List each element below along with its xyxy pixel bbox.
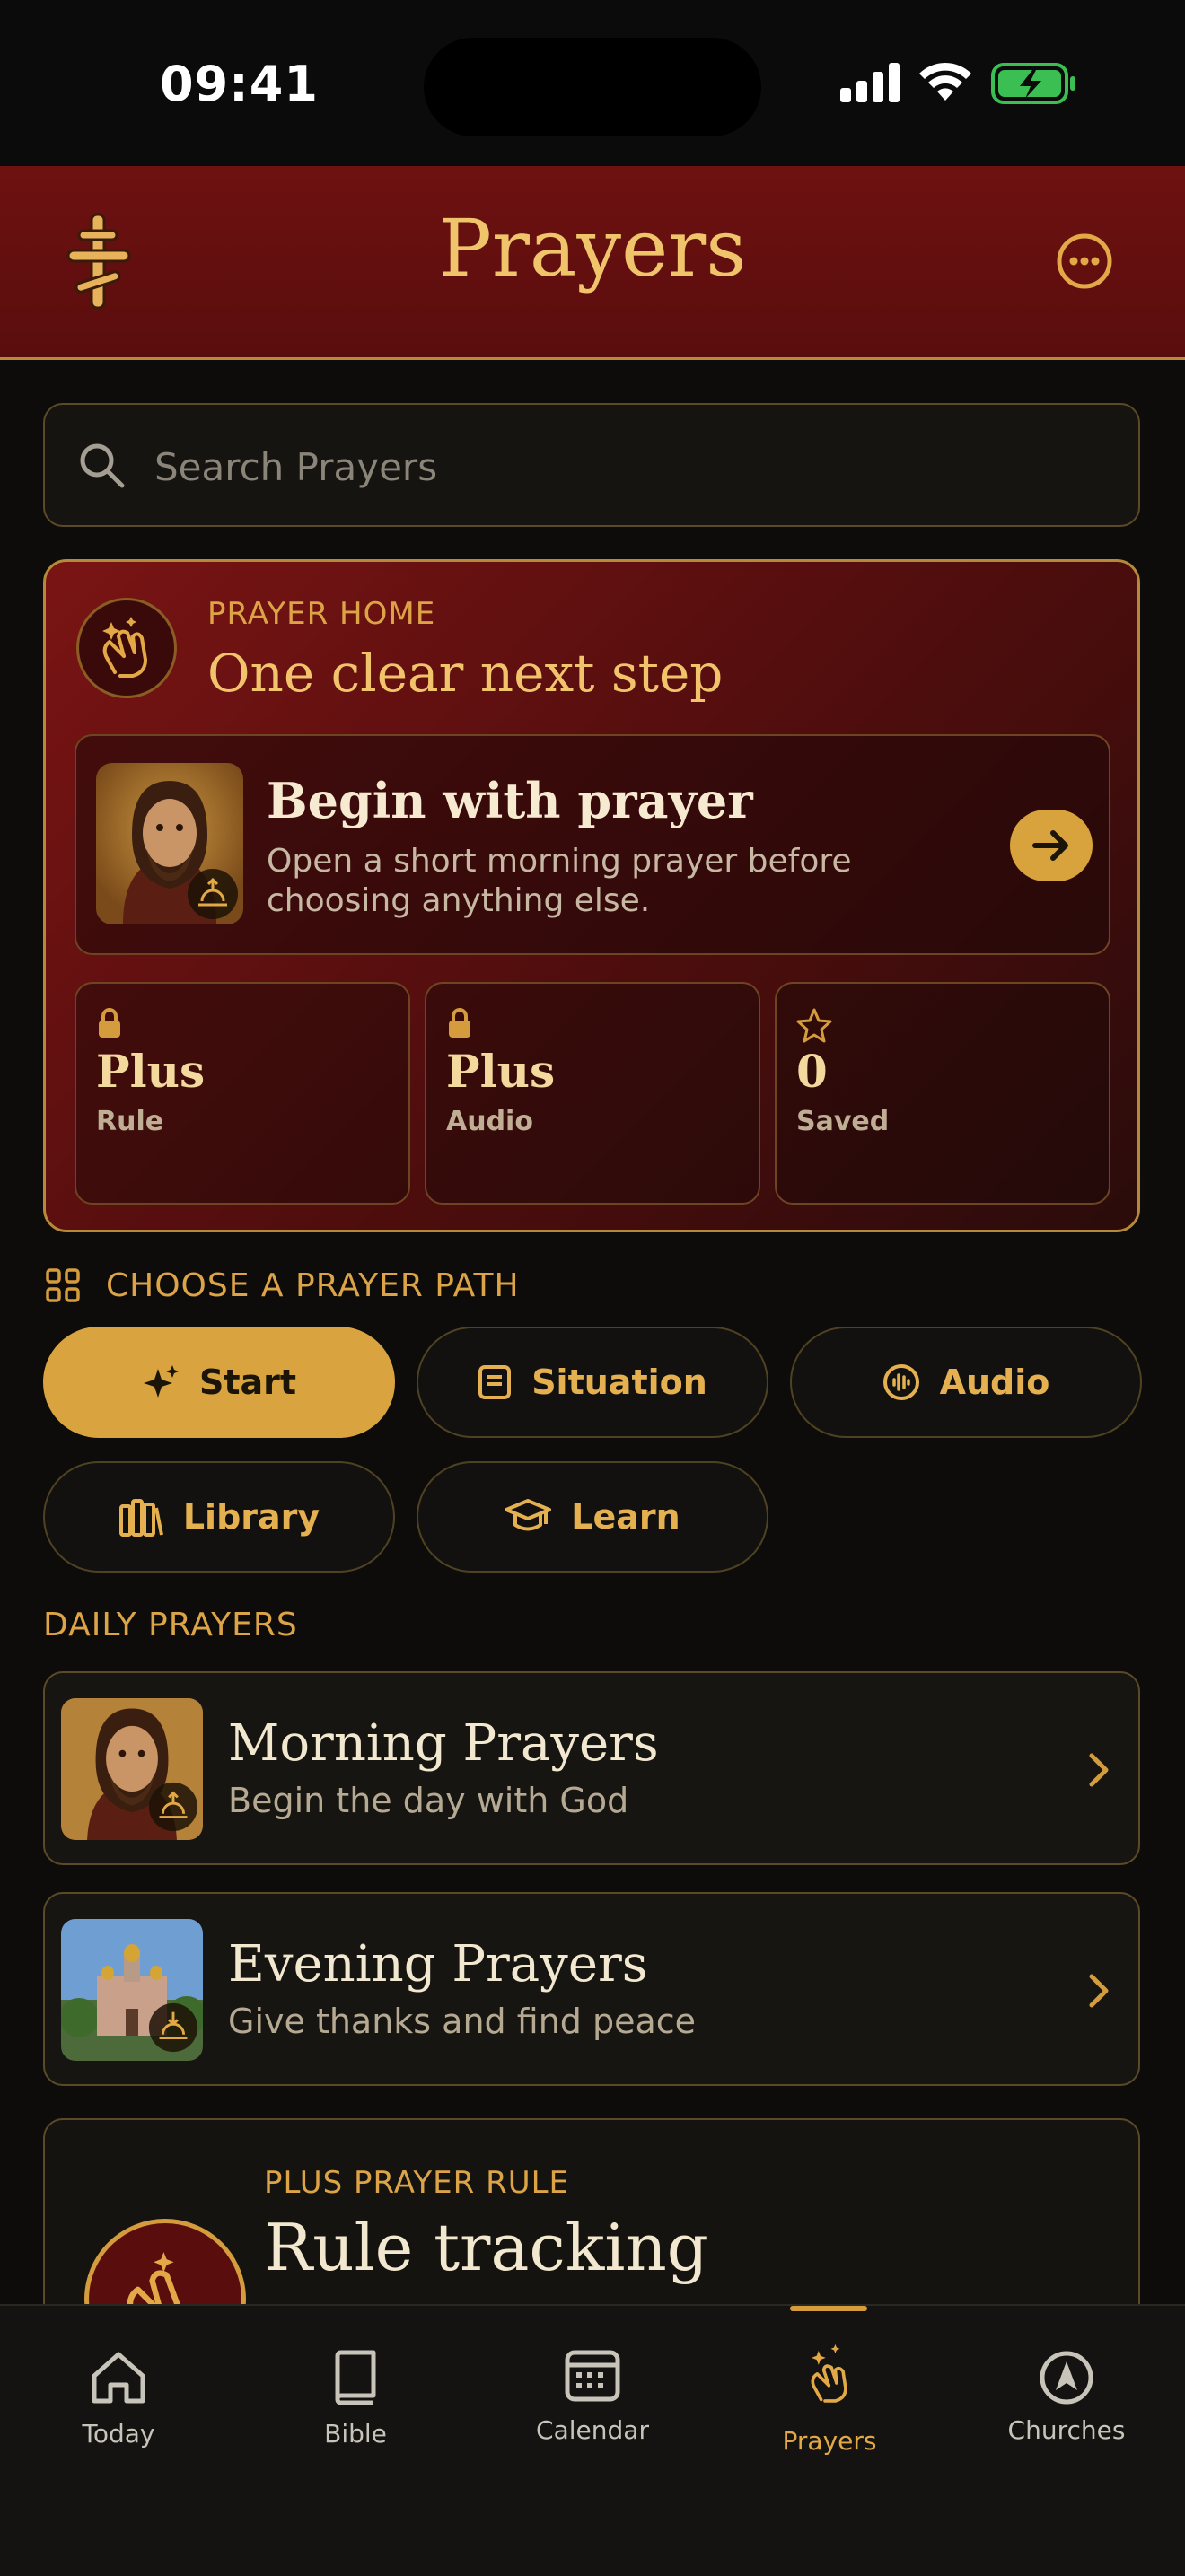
path-situation-label: Situation (531, 1362, 707, 1402)
app-header: Prayers (0, 166, 1185, 360)
daily-prayer-row-morning[interactable]: Morning Prayers Begin the day with God (43, 1671, 1140, 1865)
tab-bible-label: Bible (324, 2419, 387, 2449)
note-icon (478, 1365, 512, 1399)
daily-prayers-heading: DAILY PRAYERS (43, 1607, 298, 1643)
prayer-path-heading: CHOOSE A PRAYER PATH (106, 1267, 520, 1304)
grid-icon (46, 1268, 80, 1302)
graduation-cap-icon (505, 1499, 552, 1531)
battery-charging-icon (991, 63, 1075, 104)
search-input[interactable] (153, 437, 1108, 496)
path-learn-button[interactable]: Learn (417, 1461, 768, 1573)
sunrise-icon (188, 869, 238, 919)
plus-rule-eyebrow: PLUS PRAYER RULE (264, 2165, 570, 2201)
praying-hands-icon (811, 2344, 847, 2403)
christ-icon-thumbnail (96, 763, 243, 924)
tab-calendar-label: Calendar (536, 2415, 649, 2445)
tab-calendar[interactable]: Calendar (474, 2306, 711, 2503)
begin-with-prayer-card[interactable]: Begin with prayer Open a short morning p… (75, 734, 1110, 955)
praying-hands-badge (76, 598, 177, 698)
stat-audio-value: Plus (446, 1045, 556, 1098)
evening-prayers-title: Evening Prayers (228, 1935, 648, 1993)
library-icon (118, 1499, 163, 1537)
wifi-icon (919, 62, 971, 101)
begin-with-prayer-title: Begin with prayer (267, 772, 753, 829)
evening-prayers-subtitle: Give thanks and find peace (228, 2002, 697, 2041)
tab-churches-label: Churches (1007, 2415, 1126, 2445)
path-start-button[interactable]: Start (43, 1327, 395, 1438)
star-icon (796, 1008, 832, 1043)
tab-bar: Today Bible Calendar Prayers Churches (0, 2304, 1185, 2576)
path-audio-button[interactable]: Audio (790, 1327, 1142, 1438)
path-library-button[interactable]: Library (43, 1461, 395, 1573)
morning-prayers-title: Morning Prayers (228, 1714, 659, 1773)
cellular-signal-icon (840, 63, 900, 102)
sunset-icon (148, 2002, 198, 2053)
morning-prayers-thumbnail (61, 1698, 203, 1840)
stat-saved-label: Saved (796, 1106, 890, 1137)
audio-icon (882, 1364, 919, 1400)
book-icon (335, 2350, 376, 2405)
dynamic-island (424, 38, 761, 136)
lock-icon (449, 1008, 470, 1038)
plus-rule-title: Rule tracking (264, 2210, 708, 2285)
daily-prayer-row-evening[interactable]: Evening Prayers Give thanks and find pea… (43, 1892, 1140, 2086)
chevron-right-icon (1089, 1753, 1109, 1787)
path-learn-label: Learn (571, 1497, 680, 1537)
path-start-label: Start (198, 1362, 297, 1402)
stat-rule-label: Rule (96, 1106, 164, 1137)
calendar-icon (565, 2350, 620, 2402)
more-options-icon[interactable] (1056, 232, 1113, 290)
tab-today[interactable]: Today (0, 2306, 237, 2503)
begin-with-prayer-subtitle: Open a short morning prayer before choos… (267, 843, 852, 919)
tab-prayers[interactable]: Prayers (711, 2306, 948, 2503)
search-icon (80, 443, 125, 488)
status-bar: 09:41 (0, 0, 1185, 166)
sparkle-icon (143, 1365, 179, 1398)
chevron-right-icon (1089, 1974, 1109, 2008)
path-library-label: Library (182, 1497, 320, 1537)
compass-icon (1040, 2351, 1093, 2405)
praying-hands-icon (102, 617, 147, 678)
arrow-right-icon (1032, 830, 1068, 861)
tab-today-label: Today (82, 2419, 155, 2449)
tab-prayers-label: Prayers (782, 2426, 877, 2456)
evening-prayers-thumbnail (61, 1919, 203, 2061)
page-title: Prayers (438, 202, 747, 294)
stat-audio-label: Audio (446, 1106, 533, 1137)
morning-prayers-subtitle: Begin the day with God (228, 1781, 629, 1820)
status-time: 09:41 (160, 56, 319, 112)
path-situation-button[interactable]: Situation (417, 1327, 768, 1438)
stat-saved-card[interactable]: 0 Saved (775, 982, 1110, 1205)
stat-audio-card[interactable]: Plus Audio (425, 982, 760, 1205)
stat-rule-card[interactable]: Plus Rule (75, 982, 410, 1205)
search-bar[interactable] (43, 403, 1140, 527)
path-audio-label: Audio (939, 1362, 1050, 1402)
prayer-home-eyebrow: PRAYER HOME (207, 596, 436, 632)
stat-saved-value: 0 (796, 1045, 828, 1098)
sunrise-icon (148, 1782, 198, 1832)
begin-with-prayer-button[interactable] (1010, 810, 1093, 881)
home-icon (92, 2352, 145, 2404)
tab-churches[interactable]: Churches (948, 2306, 1185, 2503)
prayer-home-title: One clear next step (207, 643, 724, 704)
stat-rule-value: Plus (96, 1045, 206, 1098)
tab-bible[interactable]: Bible (237, 2306, 474, 2503)
lock-icon (99, 1008, 120, 1038)
prayer-home-card: PRAYER HOME One clear next step Begin wi… (43, 559, 1140, 1232)
